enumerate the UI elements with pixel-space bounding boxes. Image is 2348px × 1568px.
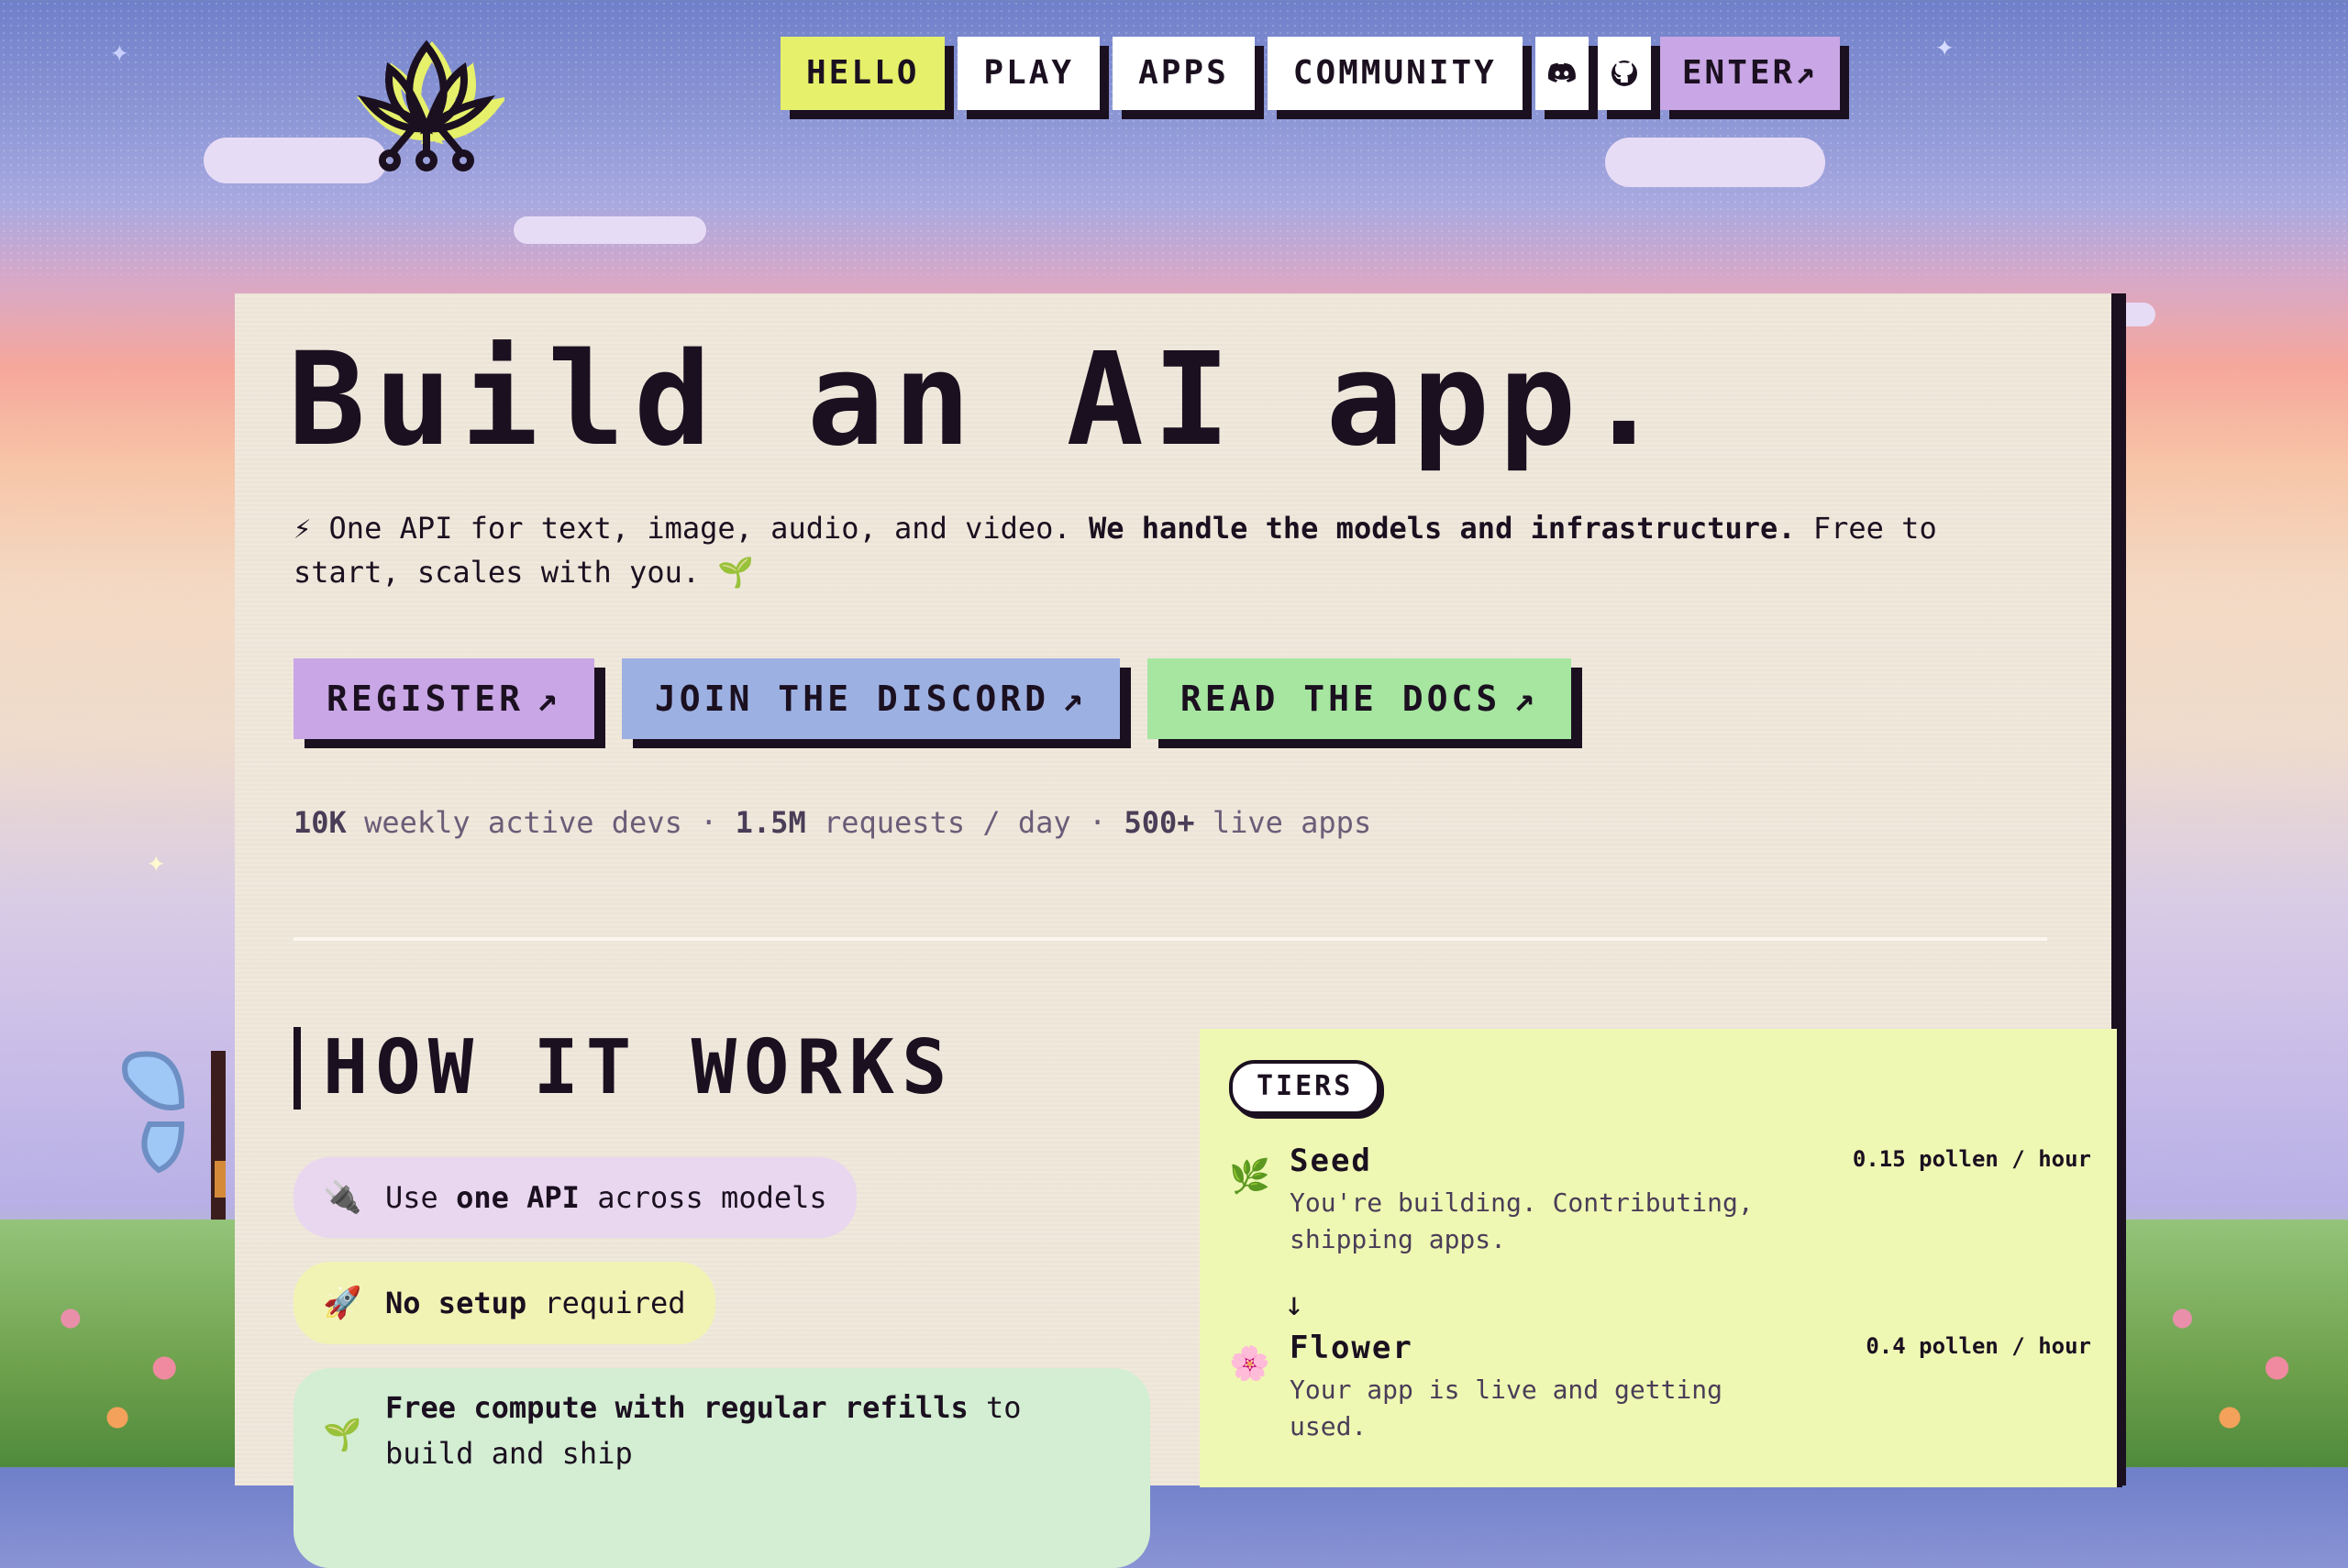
feature-one-api: 🔌 Use one API across models [294,1157,857,1238]
flower-bush-right [2111,1220,2348,1467]
herb-icon: 🌿 [1229,1158,1270,1196]
hero-desc-part1: One API for text, image, audio, and vide… [311,511,1089,546]
flower-bush-left [0,1220,235,1467]
plug-icon: 🔌 [323,1179,362,1216]
stat-devs-value: 10K [294,805,347,840]
read-docs-button[interactable]: READ THE DOCS ↗ [1146,658,1572,739]
enter-button[interactable]: ENTER↗ [1659,37,1840,110]
tier-description: Your app is live and getting used. [1290,1375,1723,1441]
top-nav: HELLO PLAY APPS COMMUNITY ENTER↗ [781,37,1853,110]
nav-hello[interactable]: HELLO [781,37,946,110]
seedling-icon: 🌱 [323,1417,362,1453]
tiers-badge: TIERS [1229,1060,1381,1115]
join-discord-label: JOIN THE DISCORD [654,679,1049,719]
hero-title: Build an AI app. [288,326,1672,475]
arrow-down-icon: ↓ [1284,1286,1304,1323]
feature-text: Free compute with regular refills to bui… [385,1385,1046,1476]
hero-desc-bold: We handle the models and infrastructure. [1088,511,1796,546]
feature-no-setup: 🚀 No setup required [294,1262,715,1344]
butterfly-icon [122,1051,226,1225]
hero-card: Build an AI app. ⚡ One API for text, ima… [235,293,2122,1568]
feature-text: No setup required [385,1262,686,1344]
arrow-up-right-icon: ↗ [1795,54,1818,92]
rocket-icon: 🚀 [323,1285,362,1321]
cloud [1605,138,1825,187]
cta-row: REGISTER ↗ JOIN THE DISCORD ↗ READ THE DOC… [294,658,1599,739]
nav-play[interactable]: PLAY [958,37,1101,110]
nav-apps[interactable]: APPS [1113,37,1255,110]
discord-button[interactable] [1534,37,1589,110]
arrow-up-right-icon: ↗ [1061,679,1087,719]
seedling-icon: 🌱 [717,555,755,590]
arrow-up-right-icon: ↗ [1513,679,1539,719]
tier-description: You're building. Contributing, shipping … [1290,1187,1754,1254]
discord-icon [1547,62,1576,83]
how-it-works-title: HOW IT WORKS [294,1027,954,1110]
cloud [514,216,706,244]
stat-devs-label: weekly active devs · [346,805,736,840]
lotus-logo-icon[interactable] [349,28,504,183]
register-button[interactable]: REGISTER ↗ [294,658,594,739]
feature-bold: No setup [385,1286,527,1320]
usage-stats: 10K weekly active devs · 1.5M requests /… [294,805,1371,840]
feature-post: required [526,1286,686,1320]
feature-post: across models [579,1180,827,1215]
stat-apps-label: live apps [1194,805,1372,840]
sparkle-icon: ✦ [147,844,166,880]
enter-label: ENTER [1681,54,1796,92]
section-divider [294,937,2047,941]
feature-free-compute: 🌱 Free compute with regular refills to b… [294,1368,1150,1568]
read-docs-label: READ THE DOCS [1180,679,1501,719]
tier-rate: 0.4 pollen / hour [1866,1333,2091,1359]
tier-name: Seed [1290,1143,1372,1179]
cherry-blossom-icon: 🌸 [1229,1345,1270,1383]
feature-text: Use one API across models [385,1157,827,1238]
tier-name: Flower [1290,1330,1413,1366]
lightning-icon: ⚡ [294,511,312,546]
arrow-up-right-icon: ↗ [537,679,561,719]
tier-rate: 0.15 pollen / hour [1852,1146,2091,1172]
sparkle-icon: ✦ [1935,28,1955,64]
tiers-panel: TIERS 🌿 Seed 0.15 pollen / hour You're b… [1200,1029,2122,1487]
feature-pre: Use [385,1180,457,1215]
stat-requests-value: 1.5M [735,805,806,840]
sparkle-icon: ✦ [110,33,129,70]
feature-bold: one API [456,1180,580,1215]
hero-description: ⚡ One API for text, image, audio, and vi… [294,506,2036,594]
join-discord-button[interactable]: JOIN THE DISCORD ↗ [621,658,1120,739]
stat-apps-value: 500+ [1124,805,1195,840]
register-label: REGISTER [327,679,525,719]
github-icon [1611,61,1637,86]
github-button[interactable] [1597,37,1651,110]
nav-community[interactable]: COMMUNITY [1267,37,1523,110]
stat-requests-label: requests / day · [805,805,1124,840]
feature-bold: Free compute with regular refills [385,1390,969,1425]
